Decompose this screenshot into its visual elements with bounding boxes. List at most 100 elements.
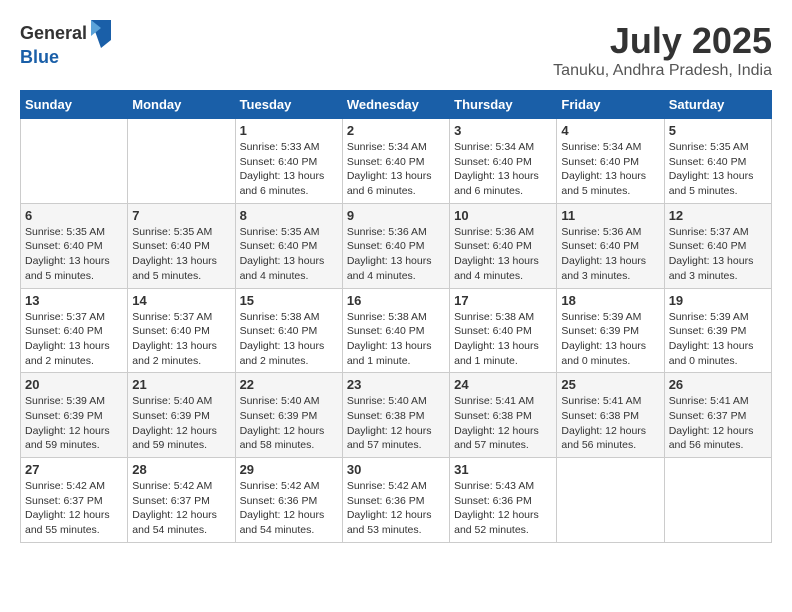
days-header-row: SundayMondayTuesdayWednesdayThursdayFrid… (21, 91, 772, 119)
day-header-friday: Friday (557, 91, 664, 119)
day-info: Sunrise: 5:42 AM Sunset: 6:36 PM Dayligh… (240, 479, 338, 538)
day-number: 25 (561, 377, 659, 392)
calendar-cell: 13 Sunrise: 5:37 AM Sunset: 6:40 PM Dayli… (21, 288, 128, 373)
calendar-cell: 20Sunrise: 5:39 AM Sunset: 6:39 PM Dayli… (21, 373, 128, 458)
calendar-cell: 18 Sunrise: 5:39 AM Sunset: 6:39 PM Dayli… (557, 288, 664, 373)
day-number: 9 (347, 208, 445, 223)
calendar-cell (557, 458, 664, 543)
calendar-cell: 6 Sunrise: 5:35 AM Sunset: 6:40 PM Daylig… (21, 203, 128, 288)
day-number: 5 (669, 123, 767, 138)
day-info: Sunrise: 5:40 AM Sunset: 6:39 PM Dayligh… (240, 394, 338, 453)
calendar-table: SundayMondayTuesdayWednesdayThursdayFrid… (20, 90, 772, 543)
calendar-cell: 29 Sunrise: 5:42 AM Sunset: 6:36 PM Dayli… (235, 458, 342, 543)
day-number: 12 (669, 208, 767, 223)
logo-icon (91, 20, 111, 48)
day-number: 4 (561, 123, 659, 138)
day-number: 18 (561, 293, 659, 308)
day-number: 26 (669, 377, 767, 392)
calendar-cell: 15 Sunrise: 5:38 AM Sunset: 6:40 PM Dayli… (235, 288, 342, 373)
calendar-cell: 27 Sunrise: 5:42 AM Sunset: 6:37 PM Dayli… (21, 458, 128, 543)
day-number: 2 (347, 123, 445, 138)
calendar-cell: 22 Sunrise: 5:40 AM Sunset: 6:39 PM Dayli… (235, 373, 342, 458)
day-number: 30 (347, 462, 445, 477)
day-header-sunday: Sunday (21, 91, 128, 119)
calendar-cell: 14Sunrise: 5:37 AM Sunset: 6:40 PM Dayli… (128, 288, 235, 373)
calendar-cell: 31 Sunrise: 5:43 AM Sunset: 6:36 PM Dayli… (450, 458, 557, 543)
day-number: 20 (25, 377, 123, 392)
calendar-cell (128, 119, 235, 204)
day-number: 13 (25, 293, 123, 308)
day-number: 24 (454, 377, 552, 392)
calendar-week-1: 1 Sunrise: 5:33 AM Sunset: 6:40 PM Daylig… (21, 119, 772, 204)
calendar-cell: 7 Sunrise: 5:35 AM Sunset: 6:40 PM Daylig… (128, 203, 235, 288)
day-info: Sunrise: 5:39 AM Sunset: 6:39 PM Dayligh… (669, 310, 767, 369)
calendar-cell: 25 Sunrise: 5:41 AM Sunset: 6:38 PM Dayli… (557, 373, 664, 458)
day-info: Sunrise: 5:33 AM Sunset: 6:40 PM Dayligh… (240, 140, 338, 199)
calendar-cell: 16Sunrise: 5:38 AM Sunset: 6:40 PM Dayli… (342, 288, 449, 373)
day-number: 27 (25, 462, 123, 477)
calendar-cell: 9 Sunrise: 5:36 AM Sunset: 6:40 PM Daylig… (342, 203, 449, 288)
day-info: Sunrise: 5:37 AM Sunset: 6:40 PM Dayligh… (25, 310, 123, 369)
calendar-cell (21, 119, 128, 204)
day-info: Sunrise: 5:38 AM Sunset: 6:40 PM Dayligh… (454, 310, 552, 369)
day-info: Sunrise: 5:42 AM Sunset: 6:37 PM Dayligh… (25, 479, 123, 538)
day-info: Sunrise: 5:40 AM Sunset: 6:38 PM Dayligh… (347, 394, 445, 453)
day-info: Sunrise: 5:41 AM Sunset: 6:38 PM Dayligh… (561, 394, 659, 453)
calendar-cell: 5 Sunrise: 5:35 AM Sunset: 6:40 PM Daylig… (664, 119, 771, 204)
calendar-cell: 11 Sunrise: 5:36 AM Sunset: 6:40 PM Dayli… (557, 203, 664, 288)
calendar-cell: 17 Sunrise: 5:38 AM Sunset: 6:40 PM Dayli… (450, 288, 557, 373)
day-info: Sunrise: 5:38 AM Sunset: 6:40 PM Dayligh… (240, 310, 338, 369)
calendar-cell: 26 Sunrise: 5:41 AM Sunset: 6:37 PM Dayli… (664, 373, 771, 458)
month-year-title: July 2025 (553, 20, 772, 62)
day-number: 15 (240, 293, 338, 308)
day-info: Sunrise: 5:35 AM Sunset: 6:40 PM Dayligh… (669, 140, 767, 199)
day-number: 10 (454, 208, 552, 223)
day-info: Sunrise: 5:40 AM Sunset: 6:39 PM Dayligh… (132, 394, 230, 453)
calendar-body: 1 Sunrise: 5:33 AM Sunset: 6:40 PM Daylig… (21, 119, 772, 543)
calendar-cell (664, 458, 771, 543)
day-info: Sunrise: 5:36 AM Sunset: 6:40 PM Dayligh… (561, 225, 659, 284)
day-info: Sunrise: 5:42 AM Sunset: 6:37 PM Dayligh… (132, 479, 230, 538)
day-number: 23 (347, 377, 445, 392)
calendar-cell: 2 Sunrise: 5:34 AM Sunset: 6:40 PM Daylig… (342, 119, 449, 204)
day-header-tuesday: Tuesday (235, 91, 342, 119)
day-info: Sunrise: 5:43 AM Sunset: 6:36 PM Dayligh… (454, 479, 552, 538)
day-number: 7 (132, 208, 230, 223)
day-info: Sunrise: 5:35 AM Sunset: 6:40 PM Dayligh… (132, 225, 230, 284)
calendar-cell: 28Sunrise: 5:42 AM Sunset: 6:37 PM Dayli… (128, 458, 235, 543)
calendar-cell: 21 Sunrise: 5:40 AM Sunset: 6:39 PM Dayli… (128, 373, 235, 458)
day-info: Sunrise: 5:34 AM Sunset: 6:40 PM Dayligh… (561, 140, 659, 199)
page-header: General Blue July 2025 Tanuku, Andhra Pr… (20, 20, 772, 80)
day-info: Sunrise: 5:41 AM Sunset: 6:37 PM Dayligh… (669, 394, 767, 453)
day-info: Sunrise: 5:35 AM Sunset: 6:40 PM Dayligh… (25, 225, 123, 284)
day-info: Sunrise: 5:36 AM Sunset: 6:40 PM Dayligh… (347, 225, 445, 284)
day-number: 6 (25, 208, 123, 223)
day-number: 3 (454, 123, 552, 138)
day-info: Sunrise: 5:36 AM Sunset: 6:40 PM Dayligh… (454, 225, 552, 284)
day-info: Sunrise: 5:41 AM Sunset: 6:38 PM Dayligh… (454, 394, 552, 453)
calendar-cell: 12 Sunrise: 5:37 AM Sunset: 6:40 PM Dayli… (664, 203, 771, 288)
day-info: Sunrise: 5:34 AM Sunset: 6:40 PM Dayligh… (347, 140, 445, 199)
calendar-cell: 1 Sunrise: 5:33 AM Sunset: 6:40 PM Daylig… (235, 119, 342, 204)
day-number: 14 (132, 293, 230, 308)
day-number: 17 (454, 293, 552, 308)
day-number: 31 (454, 462, 552, 477)
day-info: Sunrise: 5:37 AM Sunset: 6:40 PM Dayligh… (669, 225, 767, 284)
day-info: Sunrise: 5:38 AM Sunset: 6:40 PM Dayligh… (347, 310, 445, 369)
calendar-cell: 3Sunrise: 5:34 AM Sunset: 6:40 PM Daylig… (450, 119, 557, 204)
day-number: 22 (240, 377, 338, 392)
calendar-cell: 24 Sunrise: 5:41 AM Sunset: 6:38 PM Dayli… (450, 373, 557, 458)
day-number: 21 (132, 377, 230, 392)
day-number: 11 (561, 208, 659, 223)
calendar-cell: 30 Sunrise: 5:42 AM Sunset: 6:36 PM Dayli… (342, 458, 449, 543)
day-info: Sunrise: 5:39 AM Sunset: 6:39 PM Dayligh… (561, 310, 659, 369)
logo: General Blue (20, 20, 111, 68)
day-info: Sunrise: 5:35 AM Sunset: 6:40 PM Dayligh… (240, 225, 338, 284)
calendar-week-5: 27 Sunrise: 5:42 AM Sunset: 6:37 PM Dayli… (21, 458, 772, 543)
calendar-cell: 23 Sunrise: 5:40 AM Sunset: 6:38 PM Dayli… (342, 373, 449, 458)
day-info: Sunrise: 5:42 AM Sunset: 6:36 PM Dayligh… (347, 479, 445, 538)
day-number: 29 (240, 462, 338, 477)
day-number: 1 (240, 123, 338, 138)
logo-blue: Blue (20, 48, 111, 68)
day-header-wednesday: Wednesday (342, 91, 449, 119)
